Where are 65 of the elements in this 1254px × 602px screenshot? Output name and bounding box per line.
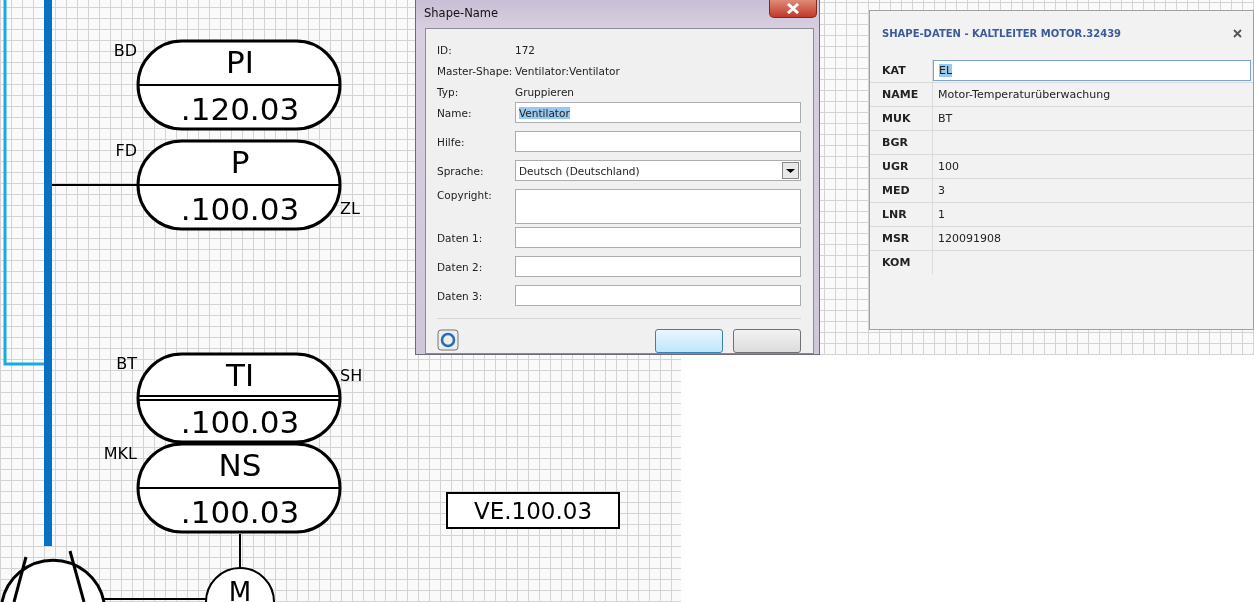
input-field[interactable] [515,189,801,224]
field-label: Daten 3: [437,289,484,302]
instrument-label: BT [116,354,137,373]
input-field[interactable]: Ventilator [515,102,801,123]
instrument-code: TI [225,357,255,393]
instrument-number: .120.03 [180,91,300,127]
ok-button[interactable] [655,329,723,353]
close-button[interactable] [769,0,817,18]
instrument-symbol[interactable] [136,39,342,131]
instrument-label: BD [113,41,137,60]
help-icon[interactable] [437,329,459,351]
instrument-symbol[interactable] [136,352,342,444]
tag-label[interactable]: VE.100.03 [446,492,620,529]
panel-title: SHAPE-DATEN - KALTLEITER MOTOR.32439 [882,27,1122,39]
field-label: Name: [437,106,473,119]
property-name: MSR [870,227,933,250]
instrument-label: MKL [103,444,137,463]
property-input[interactable]: EL [933,60,1251,81]
dialog-title: Shape-Name [424,6,499,20]
property-value[interactable]: BT [933,107,1253,130]
field-value: 172 [515,43,536,56]
property-name: KOM [870,251,933,274]
property-value[interactable]: 3 [933,179,1253,202]
field-label: Typ: [437,85,460,98]
language-dropdown[interactable]: Deutsch (Deutschland) [515,160,801,181]
input-field[interactable] [515,227,801,248]
instrument-number: .100.03 [180,494,300,530]
instrument-code: PI [226,44,254,80]
cancel-button[interactable] [733,329,801,353]
close-icon [786,3,800,14]
instrument-label: SH [340,366,363,385]
instrument-code: P [230,144,250,180]
field-value: Gruppieren [515,85,575,98]
motor-symbol [205,567,275,602]
property-value[interactable]: Motor-Temperaturüberwachung [933,83,1253,106]
motor-letter: M [228,577,252,602]
field-label: Hilfe: [437,135,466,148]
property-name: NAME [870,83,933,106]
instrument-symbol[interactable] [136,139,342,231]
instrument-number: .100.03 [180,404,300,440]
input-field[interactable] [515,285,801,306]
property-value[interactable]: 100 [933,155,1253,178]
instrument-label: FD [115,141,137,160]
instrument-number: .100.03 [180,191,300,227]
field-label: Copyright: [437,189,493,201]
instrument-symbol[interactable] [136,442,342,534]
instrument-label: ZL [340,199,360,218]
instrument-code: NS [218,447,262,483]
property-value[interactable]: 1 [933,203,1253,226]
property-name: MED [870,179,933,202]
field-label: Daten 2: [437,260,484,273]
input-field[interactable] [515,256,801,277]
property-name: LNR [870,203,933,226]
field-value: Ventilator:Ventilator [515,64,620,77]
close-icon [1233,28,1242,38]
field-label: Daten 1: [437,231,484,244]
field-label: Sprache: [437,164,485,177]
field-label: Master-Shape: [437,64,514,77]
property-name: UGR [870,155,933,178]
field-label: ID: [437,43,453,56]
property-value[interactable]: 120091908 [933,227,1253,250]
property-name: MUK [870,107,933,130]
connector-line [239,533,241,568]
input-field[interactable] [515,131,801,152]
property-name: BGR [870,131,933,154]
